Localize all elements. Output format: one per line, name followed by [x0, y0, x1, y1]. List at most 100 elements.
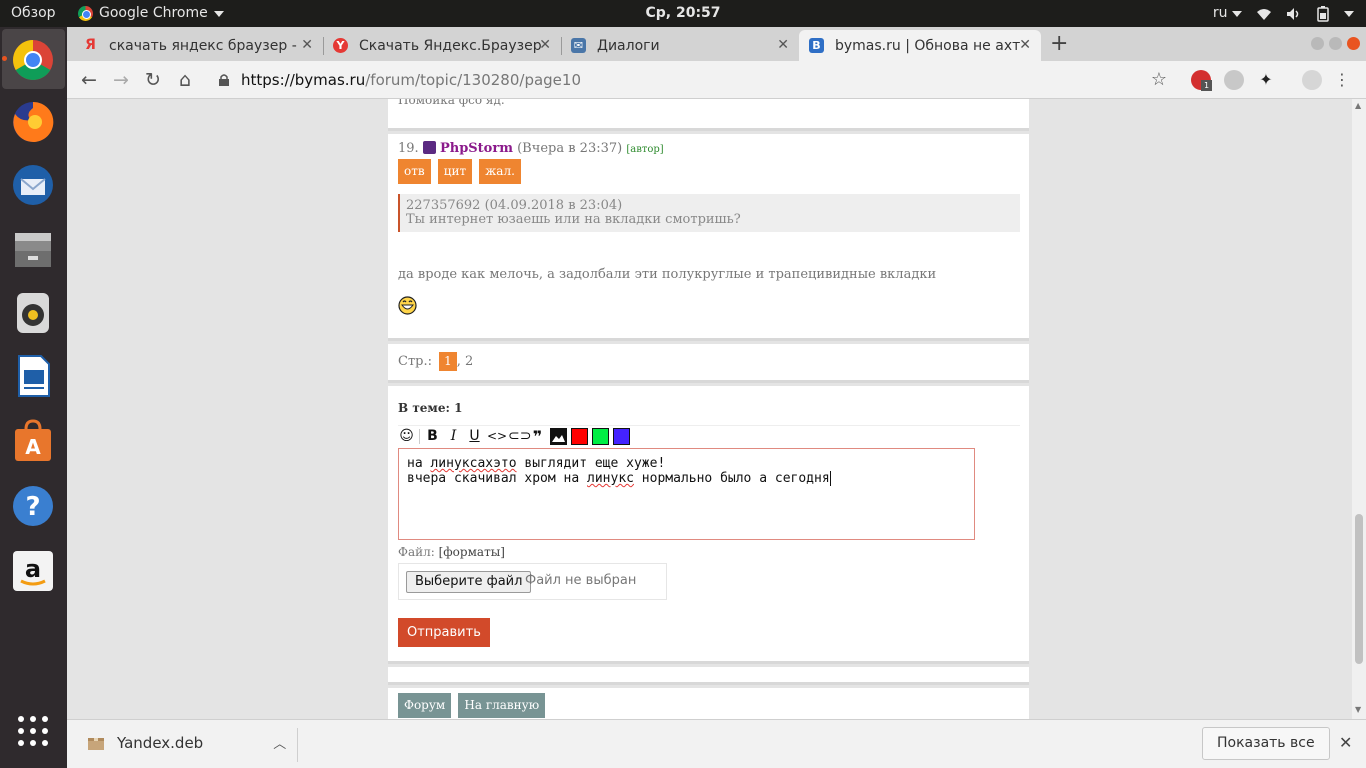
clock[interactable]: Ср, 20:57	[630, 0, 736, 27]
home-page-button[interactable]: На главную	[458, 693, 546, 718]
file-label-row: Файл: [форматы]	[398, 545, 505, 559]
underline-icon[interactable]: U	[466, 428, 483, 445]
download-filename: Yandex.deb	[117, 733, 204, 752]
color-blue-swatch[interactable]	[613, 427, 630, 445]
in-topic: В теме: 1	[398, 401, 463, 415]
message-textarea[interactable]: на линуксахэто выглядит еще хуже! вчера …	[398, 448, 975, 540]
file-input: Выберите файл Файл не выбран	[398, 563, 667, 600]
post-author[interactable]: PhpStorm	[440, 141, 513, 156]
reload-button[interactable]: ↻	[141, 68, 165, 92]
pager-label: Стр.:	[398, 354, 432, 369]
close-icon[interactable]: ✕	[1339, 733, 1352, 752]
report-button[interactable]: жал.	[479, 159, 521, 184]
quote-button[interactable]: цит	[437, 159, 473, 184]
show-all-downloads-button[interactable]: Показать все	[1202, 727, 1330, 760]
tab-dialogs[interactable]: ✉ Диалоги ✕	[561, 30, 799, 61]
editor-toolbar: ☺ B I U <> ⊂⊃ ❞	[398, 426, 630, 446]
menu-kebab-icon[interactable]: ⋮	[1330, 68, 1354, 92]
post-number: 19.	[398, 141, 419, 156]
tab-yandex-browser[interactable]: Y Скачать Яндекс.Браузер ✕	[323, 30, 561, 61]
package-icon	[88, 737, 104, 750]
activities-button[interactable]: Обзор	[11, 0, 56, 27]
previous-post: Помойка фсо яд.	[388, 99, 1029, 131]
close-icon[interactable]: ✕	[539, 37, 551, 53]
page-link-2[interactable]: 2	[465, 354, 473, 369]
reply-button[interactable]: отв	[398, 159, 431, 184]
page-content: Помойка фсо яд. 19. PhpStorm (Вчера в 23…	[67, 99, 1352, 719]
italic-icon[interactable]: I	[445, 428, 462, 445]
post-actions: отв цит жал.	[398, 159, 524, 184]
quote-icon[interactable]: ❞	[529, 428, 546, 445]
close-icon[interactable]: ✕	[301, 37, 313, 53]
rhythmbox-icon[interactable]	[9, 289, 57, 337]
page-scrollbar[interactable]: ▲ ▼	[1352, 99, 1366, 719]
scroll-down-icon[interactable]: ▼	[1355, 705, 1361, 714]
minimize-button[interactable]	[1311, 37, 1324, 50]
running-indicator	[2, 56, 7, 61]
adblock-icon[interactable]: 1	[1191, 70, 1212, 91]
window-controls	[1311, 37, 1360, 50]
formats-link[interactable]: [форматы]	[439, 545, 505, 559]
svg-text:a: a	[25, 555, 41, 583]
wifi-icon	[1257, 8, 1271, 20]
writer-icon[interactable]	[9, 352, 57, 400]
grin-emoji-icon	[398, 296, 417, 315]
extension-icon[interactable]	[1224, 70, 1244, 90]
scrollbar-thumb[interactable]	[1355, 514, 1363, 664]
profile-avatar[interactable]	[1302, 70, 1322, 90]
choose-file-button[interactable]: Выберите файл	[406, 571, 532, 593]
author-tag: [автор]	[626, 144, 664, 155]
code-icon[interactable]: <>	[487, 428, 507, 445]
quote-header: 227357692 (04.09.2018 в 23:04)	[406, 198, 623, 213]
download-item[interactable]: Yandex.deb ︿	[87, 733, 286, 752]
page-current: 1	[439, 352, 457, 371]
scroll-up-icon[interactable]: ▲	[1355, 101, 1361, 110]
bookmark-star-icon[interactable]: ☆	[1147, 68, 1171, 92]
home-button[interactable]: ⌂	[173, 68, 197, 92]
tab-strip: Я скачать яндекс браузер - ✕ Y Скачать Я…	[67, 27, 1366, 61]
forum-button[interactable]: Форум	[398, 693, 452, 718]
smile-icon[interactable]: ☺	[398, 428, 415, 445]
close-window-button[interactable]	[1347, 37, 1360, 50]
tab-title: Скачать Яндекс.Браузер	[359, 37, 542, 54]
dock: A ? a	[0, 27, 67, 768]
pagination: Стр.: 1, 2	[388, 344, 1029, 383]
firefox-icon[interactable]	[9, 98, 57, 146]
forward-button[interactable]: →	[109, 68, 133, 92]
spacer-card	[388, 667, 1029, 685]
app-grid-icon[interactable]	[9, 707, 57, 755]
files-icon[interactable]	[9, 225, 57, 273]
thunderbird-icon[interactable]	[9, 161, 57, 209]
app-menu[interactable]: Google Chrome	[78, 0, 224, 27]
back-button[interactable]: ←	[77, 68, 101, 92]
previous-post-text: Помойка фсо яд.	[398, 99, 505, 107]
tab-bymas[interactable]: B bymas.ru | Обнова не ахт ✕	[799, 30, 1041, 61]
gnome-extension-icon[interactable]: ✦	[1256, 70, 1276, 90]
app-menu-label: Google Chrome	[99, 5, 208, 21]
tab-title: скачать яндекс браузер -	[109, 37, 297, 54]
download-separator	[297, 728, 298, 762]
color-green-swatch[interactable]	[592, 427, 609, 445]
battery-icon	[1317, 5, 1329, 22]
language-indicator[interactable]: ru	[1213, 0, 1242, 27]
color-red-swatch[interactable]	[571, 427, 588, 445]
close-icon[interactable]: ✕	[1019, 37, 1031, 53]
bold-icon[interactable]: B	[424, 428, 441, 445]
maximize-button[interactable]	[1329, 37, 1342, 50]
bymas-icon: B	[809, 38, 824, 53]
chrome-icon[interactable]	[9, 36, 57, 84]
reply-form: В теме: 1 ☺ B I U <> ⊂⊃ ❞ на линуксахэто…	[388, 386, 1029, 664]
chevron-up-icon[interactable]: ︿	[273, 733, 286, 752]
footer-nav: Форум На главную	[388, 688, 1029, 719]
tab-yandex-search[interactable]: Я скачать яндекс браузер - ✕	[73, 30, 323, 61]
new-tab-button[interactable]: +	[1050, 31, 1068, 56]
software-center-icon[interactable]: A	[9, 417, 57, 465]
link-icon[interactable]: ⊂⊃	[508, 428, 531, 445]
image-icon[interactable]	[550, 427, 567, 445]
help-icon[interactable]: ?	[9, 482, 57, 530]
address-bar[interactable]: https://bymas.ru/forum/topic/130280/page…	[213, 67, 1147, 93]
send-button[interactable]: Отправить	[398, 618, 490, 647]
close-icon[interactable]: ✕	[777, 37, 789, 53]
amazon-icon[interactable]: a	[9, 547, 57, 595]
system-tray[interactable]: ru	[1213, 0, 1354, 27]
